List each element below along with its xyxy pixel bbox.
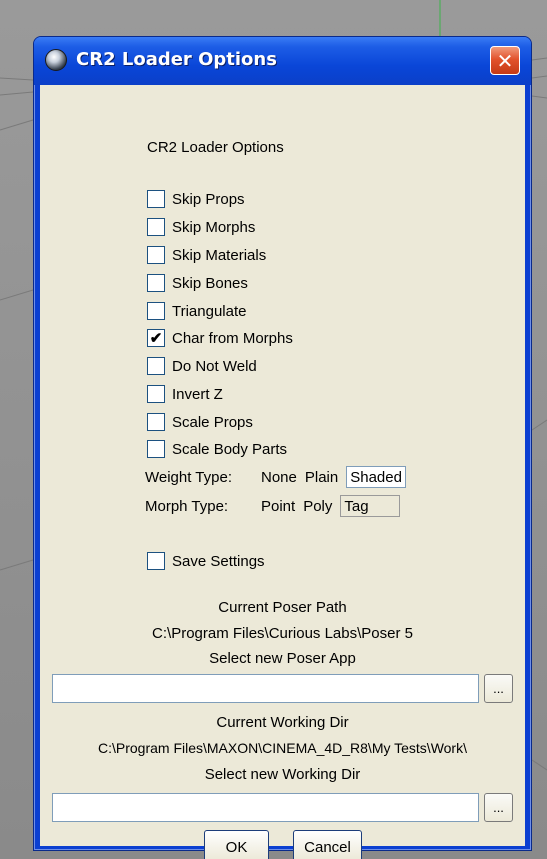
option-skip-props[interactable]: Skip Props: [147, 188, 245, 210]
option-label: Invert Z: [172, 385, 223, 403]
option-skip-materials[interactable]: Skip Materials: [147, 244, 266, 266]
checkbox[interactable]: [147, 413, 165, 431]
option-scale-body-parts[interactable]: Scale Body Parts: [147, 438, 287, 460]
dialog-body: CR2 Loader Options Skip Props Skip Morph…: [40, 85, 525, 859]
checkmark-icon: ✔: [149, 329, 163, 347]
checkbox[interactable]: [147, 552, 165, 570]
option-char-from-morphs[interactable]: ✔ Char from Morphs: [147, 327, 293, 349]
option-label: Skip Materials: [172, 246, 267, 264]
checkbox[interactable]: [147, 218, 165, 236]
option-label: Skip Props: [172, 190, 245, 208]
morph-type-point[interactable]: Point: [261, 498, 295, 515]
option-save-settings[interactable]: Save Settings: [147, 550, 265, 572]
option-label: Do Not Weld: [172, 357, 257, 375]
option-label: Scale Props: [172, 413, 253, 431]
cancel-button[interactable]: Cancel: [293, 830, 362, 859]
morph-type-row: Morph Type: Point Poly Tag: [145, 495, 408, 517]
working-dir-browse-button[interactable]: ...: [484, 793, 513, 822]
current-working-dir-label: Current Working Dir: [216, 714, 349, 731]
checkbox[interactable]: [147, 274, 165, 292]
weight-type-none[interactable]: None: [261, 469, 297, 486]
option-label: Save Settings: [172, 552, 265, 570]
poser-app-input[interactable]: [52, 674, 479, 703]
morph-type-poly[interactable]: Poly: [303, 498, 332, 515]
dialog-heading: CR2 Loader Options: [147, 139, 284, 156]
checkbox[interactable]: [147, 385, 165, 403]
morph-type-tag[interactable]: Tag: [340, 495, 401, 517]
checkbox[interactable]: ✔: [147, 329, 165, 347]
close-icon: ✕: [496, 48, 514, 73]
option-label: Triangulate: [172, 302, 247, 320]
title-bar[interactable]: CR2 Loader Options ✕: [34, 37, 531, 85]
checkbox[interactable]: [147, 246, 165, 264]
weight-type-shaded[interactable]: Shaded: [346, 466, 407, 488]
option-label: Skip Morphs: [172, 218, 256, 236]
option-skip-morphs[interactable]: Skip Morphs: [147, 216, 255, 238]
weight-type-plain[interactable]: Plain: [305, 469, 338, 486]
option-triangulate[interactable]: Triangulate: [147, 300, 247, 322]
current-poser-path-label: Current Poser Path: [218, 599, 347, 616]
option-scale-props[interactable]: Scale Props: [147, 411, 253, 433]
current-working-dir-value: C:\Program Files\MAXON\CINEMA_4D_R8\My T…: [97, 740, 467, 756]
option-do-not-weld[interactable]: Do Not Weld: [147, 355, 257, 377]
option-label: Char from Morphs: [172, 329, 293, 347]
ok-button[interactable]: OK: [204, 830, 269, 859]
checkbox[interactable]: [147, 190, 165, 208]
checkbox[interactable]: [147, 440, 165, 458]
dialog-window: CR2 Loader Options ✕ CR2 Loader Options …: [33, 36, 532, 859]
close-button[interactable]: ✕: [490, 46, 520, 75]
current-poser-path-value: C:\Program Files\Curious Labs\Poser 5: [152, 625, 413, 642]
morph-type-label: Morph Type:: [145, 497, 229, 515]
weight-type-row: Weight Type: None Plain Shaded: [145, 466, 414, 488]
poser-browse-button[interactable]: ...: [484, 674, 513, 703]
cinema4d-sphere-icon: [45, 49, 67, 71]
option-label: Skip Bones: [172, 274, 248, 292]
option-skip-bones[interactable]: Skip Bones: [147, 272, 248, 294]
select-poser-app-label: Select new Poser App: [209, 650, 356, 667]
working-dir-input[interactable]: [52, 793, 479, 822]
select-working-dir-label: Select new Working Dir: [204, 766, 361, 783]
window-title: CR2 Loader Options: [76, 49, 277, 70]
weight-type-label: Weight Type:: [145, 468, 232, 486]
option-label: Scale Body Parts: [172, 440, 288, 458]
option-invert-z[interactable]: Invert Z: [147, 383, 223, 405]
checkbox[interactable]: [147, 302, 165, 320]
checkbox[interactable]: [147, 357, 165, 375]
